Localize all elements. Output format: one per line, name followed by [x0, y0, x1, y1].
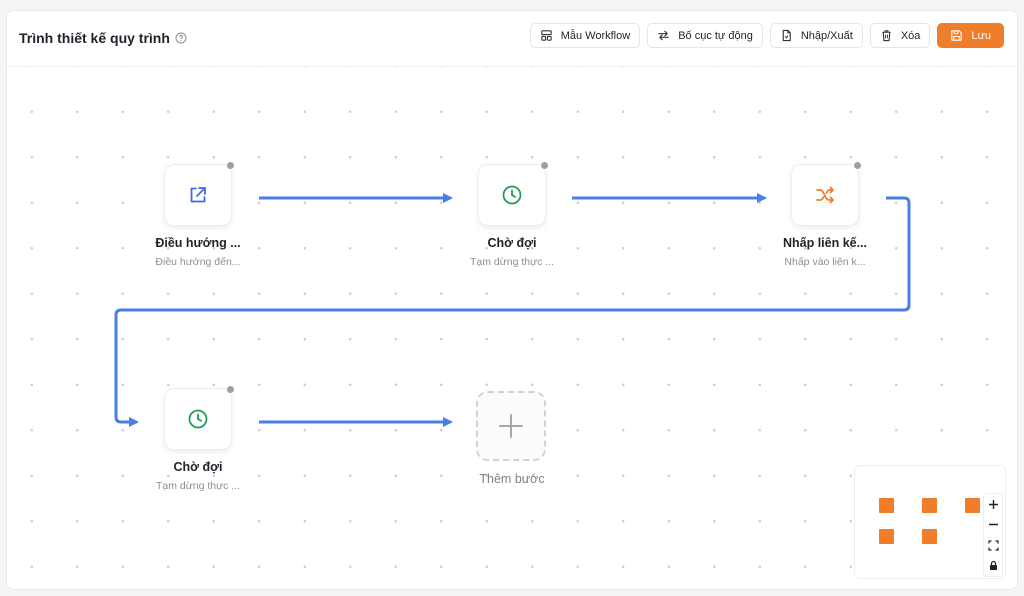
- plus-icon: [499, 414, 523, 438]
- workflow-node-navigate[interactable]: Điều hướng ... Điều hướng đến...: [155, 161, 241, 268]
- zoom-out-button[interactable]: [984, 515, 1002, 536]
- node-card[interactable]: [164, 388, 232, 450]
- save-button[interactable]: Lưu: [937, 23, 1004, 48]
- clock-icon: [188, 409, 208, 429]
- swap-arrows-icon: [658, 30, 669, 41]
- lock-button[interactable]: [984, 556, 1002, 577]
- node-status-dot: [226, 385, 235, 394]
- node-subtitle: Tạm dừng thực ...: [469, 256, 555, 268]
- trash-icon: [882, 30, 891, 42]
- node-card[interactable]: [478, 164, 546, 226]
- workflow-designer-panel: Trình thiết kế quy trình Mẫu Workflow Bố…: [6, 10, 1018, 590]
- templates-button[interactable]: Mẫu Workflow: [529, 23, 641, 48]
- auto-layout-button[interactable]: Bố cục tự động: [647, 23, 763, 48]
- zoom-in-button[interactable]: [984, 494, 1002, 515]
- fit-view-icon: [987, 540, 999, 551]
- save-button-label: Lưu: [971, 29, 991, 42]
- zoom-out-icon: [988, 524, 998, 526]
- zoom-in-icon: [988, 499, 998, 509]
- node-label: Chờ đợi: [173, 460, 223, 474]
- node-status-dot: [853, 161, 862, 170]
- minimap-node: [879, 498, 894, 513]
- help-icon[interactable]: [175, 32, 187, 44]
- delete-button-label: Xóa: [900, 29, 921, 42]
- clock-icon: [502, 185, 522, 205]
- minimap-node: [922, 529, 937, 544]
- node-status-dot: [540, 161, 549, 170]
- layout-template-icon: [541, 30, 552, 41]
- fit-view-button[interactable]: [984, 535, 1002, 556]
- import-export-button[interactable]: Nhập/Xuất: [769, 23, 863, 48]
- delete-button[interactable]: Xóa: [869, 23, 931, 48]
- node-subtitle: Nhấp vào liên k...: [784, 256, 866, 268]
- node-label: Nhấp liên kế...: [782, 236, 868, 250]
- node-label: Điều hướng ...: [155, 236, 241, 250]
- node-subtitle: Tạm dừng thực ...: [155, 480, 241, 492]
- workflow-node-wait-2[interactable]: Chờ đợi Tạm dừng thực ...: [156, 385, 240, 492]
- node-label: Chờ đợi: [487, 236, 537, 250]
- import-export-button-label: Nhập/Xuất: [800, 29, 853, 42]
- header-bar: Trình thiết kế quy trình Mẫu Workflow Bố…: [7, 11, 1017, 67]
- workflow-node-wait[interactable]: Chờ đợi Tạm dừng thực ...: [470, 161, 554, 268]
- shuffle-icon: [816, 186, 834, 204]
- zoom-controls: [983, 493, 1003, 577]
- save-icon: [951, 30, 963, 41]
- auto-layout-button-label: Bố cục tự động: [678, 29, 753, 42]
- minimap-node: [879, 529, 894, 544]
- minimap-node: [922, 498, 937, 513]
- node-card[interactable]: [164, 164, 232, 226]
- node-card[interactable]: [791, 164, 859, 226]
- page-title: Trình thiết kế quy trình: [19, 30, 187, 46]
- node-subtitle: Điều hướng đến...: [155, 256, 241, 268]
- external-link-icon: [190, 187, 206, 203]
- lock-icon: [989, 561, 997, 571]
- add-step-button[interactable]: [476, 391, 546, 461]
- workflow-node-click-link[interactable]: Nhấp liên kế... Nhấp vào liên k...: [783, 161, 867, 268]
- minimap-node: [965, 498, 980, 513]
- node-status-dot: [226, 161, 235, 170]
- page-title-text: Trình thiết kế quy trình: [19, 30, 170, 46]
- add-step-label: Thêm bước: [479, 472, 545, 486]
- file-icon: [782, 29, 791, 42]
- toolbar: Mẫu Workflow Bố cục tự động Nhập/Xuất Xó…: [529, 23, 1004, 48]
- templates-button-label: Mẫu Workflow: [560, 29, 631, 42]
